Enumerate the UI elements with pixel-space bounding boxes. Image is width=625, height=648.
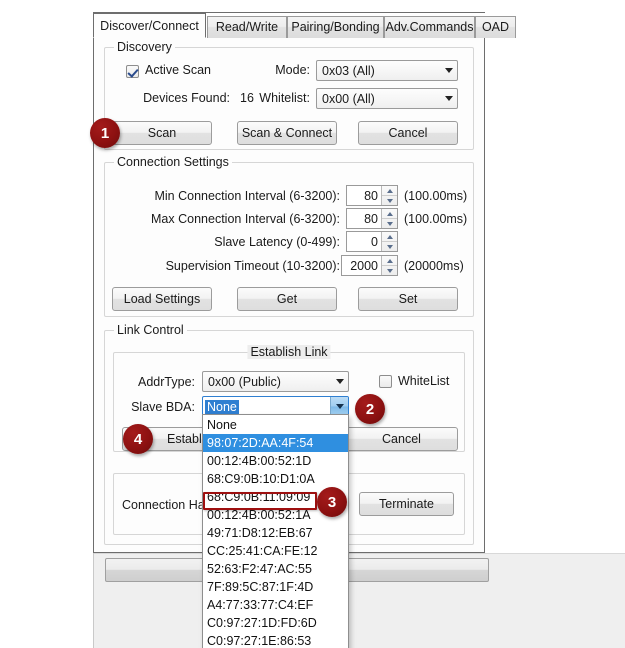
scan-and-connect-button[interactable]: Scan & Connect (237, 121, 337, 145)
callout-badge-2: 2 (355, 394, 385, 424)
load-settings-button[interactable]: Load Settings (112, 287, 212, 311)
max-connection-interval-value[interactable]: 80 (347, 209, 381, 228)
stepper-up-icon[interactable] (382, 256, 397, 265)
connection-handle-label: Connection Han (122, 498, 212, 512)
dropdown-option[interactable]: 00:12:4B:00:52:1D (203, 452, 348, 470)
stepper-buttons[interactable] (381, 256, 397, 275)
devices-found-label: Devices Found: (143, 91, 230, 105)
callout-badge-3: 3 (317, 487, 347, 517)
establish-link-group-title: Establish Link (247, 345, 331, 359)
tab-pairing-bonding[interactable]: Pairing/Bonding (287, 16, 384, 38)
min-connection-interval-label: Min Connection Interval (6-3200): (154, 189, 340, 203)
dropdown-option[interactable]: CC:25:41:CA:FE:12 (203, 542, 348, 560)
max-connection-interval-stepper[interactable]: 80 (346, 208, 398, 229)
stepper-up-icon[interactable] (382, 209, 397, 218)
active-scan-checkbox[interactable] (126, 65, 139, 78)
dropdown-option[interactable]: A4:77:33:77:C4:EF (203, 596, 348, 614)
supervision-timeout-stepper[interactable]: 2000 (341, 255, 398, 276)
set-button[interactable]: Set (358, 287, 458, 311)
tab-adv-commands[interactable]: Adv.Commands (384, 16, 475, 38)
stepper-down-icon[interactable] (382, 265, 397, 275)
whitelist-checkbox[interactable] (379, 375, 392, 388)
stepper-buttons[interactable] (381, 209, 397, 228)
chevron-down-icon[interactable] (440, 61, 457, 80)
whitelist-combobox[interactable]: 0x00 (All) (316, 88, 458, 109)
chevron-down-icon[interactable] (331, 372, 348, 391)
dropdown-option[interactable]: 52:63:F2:47:AC:55 (203, 560, 348, 578)
discovery-cancel-button[interactable]: Cancel (358, 121, 458, 145)
min-connection-interval-value[interactable]: 80 (347, 186, 381, 205)
app-window: Discover/Connect Read/Write Pairing/Bond… (0, 0, 625, 648)
tab-discover-connect[interactable]: Discover/Connect (93, 13, 206, 38)
stepper-down-icon[interactable] (382, 241, 397, 251)
dropdown-option[interactable]: 7F:89:5C:87:1F:4D (203, 578, 348, 596)
dropdown-option[interactable]: 49:71:D8:12:EB:67 (203, 524, 348, 542)
stepper-down-icon[interactable] (382, 195, 397, 205)
dropdown-option[interactable]: 98:07:2D:AA:4F:54 (203, 434, 348, 452)
get-button[interactable]: Get (237, 287, 337, 311)
chevron-down-icon[interactable] (440, 89, 457, 108)
link-cancel-button[interactable]: Cancel (345, 427, 458, 451)
scan-button[interactable]: Scan (112, 121, 212, 145)
mode-combobox-value: 0x03 (All) (322, 63, 375, 78)
slave-bda-label: Slave BDA: (131, 400, 195, 414)
connection-settings-group-title: Connection Settings (114, 155, 232, 169)
stepper-down-icon[interactable] (382, 218, 397, 228)
supervision-timeout-value[interactable]: 2000 (342, 256, 381, 275)
terminate-button[interactable]: Terminate (359, 492, 454, 516)
min-connection-interval-stepper[interactable]: 80 (346, 185, 398, 206)
slave-latency-label: Slave Latency (0-499): (214, 235, 340, 249)
slave-latency-stepper[interactable]: 0 (346, 231, 398, 252)
max-connection-interval-label: Max Connection Interval (6-3200): (151, 212, 340, 226)
addrtype-combobox[interactable]: 0x00 (Public) (202, 371, 349, 392)
addrtype-label: AddrType: (138, 375, 195, 389)
slave-bda-combobox-value: None (205, 399, 239, 414)
dropdown-option[interactable]: C0:97:27:1D:FD:6D (203, 614, 348, 632)
min-connection-interval-suffix: (100.00ms) (404, 189, 468, 203)
highlight-marker-rect (203, 492, 317, 510)
dropdown-option[interactable]: None (203, 416, 348, 434)
supervision-timeout-suffix: (20000ms) (404, 259, 464, 273)
whitelist-label: Whitelist: (259, 91, 310, 105)
addrtype-combobox-value: 0x00 (Public) (208, 374, 281, 389)
callout-badge-1: 1 (90, 118, 120, 148)
mode-label: Mode: (275, 63, 310, 77)
dropdown-option[interactable]: 68:C9:0B:10:D1:0A (203, 470, 348, 488)
tab-oad[interactable]: OAD (475, 16, 516, 38)
callout-badge-4: 4 (123, 424, 153, 454)
desktop-background-edge (93, 553, 94, 648)
discovery-group-title: Discovery (114, 40, 175, 54)
dropdown-option[interactable]: C0:97:27:1E:86:53 (203, 632, 348, 648)
tab-read-write[interactable]: Read/Write (207, 16, 287, 38)
whitelist-combobox-value: 0x00 (All) (322, 91, 375, 106)
stepper-buttons[interactable] (381, 186, 397, 205)
stepper-up-icon[interactable] (382, 186, 397, 195)
max-connection-interval-suffix: (100.00ms) (404, 212, 468, 226)
whitelist-checkbox-label: WhiteList (398, 374, 450, 388)
link-control-group-title: Link Control (114, 323, 187, 337)
stepper-up-icon[interactable] (382, 232, 397, 241)
mode-combobox[interactable]: 0x03 (All) (316, 60, 458, 81)
active-scan-label: Active Scan (145, 63, 212, 77)
slave-bda-dropdown-list[interactable]: None 98:07:2D:AA:4F:54 00:12:4B:00:52:1D 68… (202, 414, 349, 648)
supervision-timeout-label: Supervision Timeout (10-3200): (165, 259, 340, 273)
tabstrip: Discover/Connect Read/Write Pairing/Bond… (93, 13, 516, 38)
stepper-buttons[interactable] (381, 232, 397, 251)
slave-latency-value[interactable]: 0 (347, 232, 381, 251)
